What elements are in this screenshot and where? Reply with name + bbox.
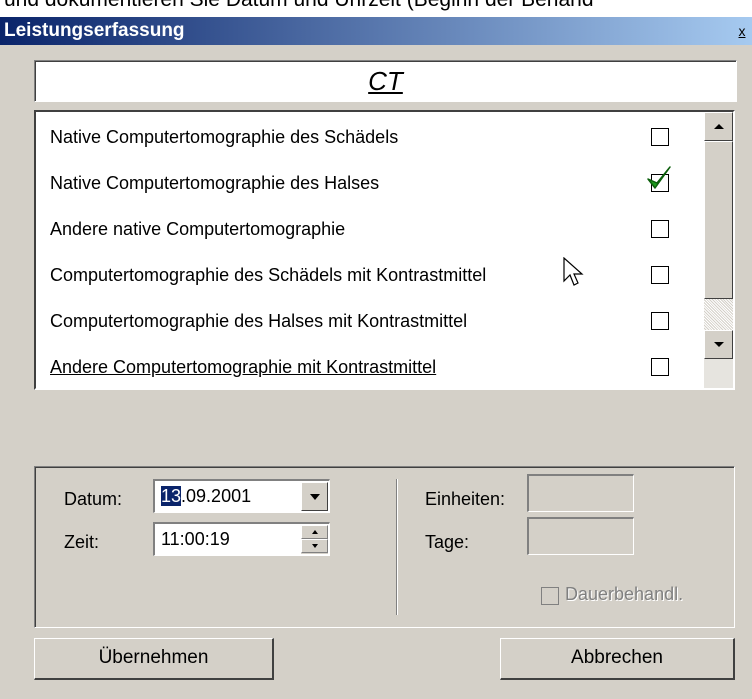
long-term-checkbox: [541, 587, 559, 605]
cancel-button[interactable]: Abbrechen: [500, 638, 735, 680]
long-term-label: Dauerbehandl.: [565, 584, 684, 604]
days-field: [527, 517, 634, 555]
procedure-list[interactable]: Native Computertomographie des Schädels …: [34, 110, 735, 390]
spin-up-icon: [312, 530, 318, 534]
list-item[interactable]: Andere Computertomographie mit Kontrastm…: [36, 342, 706, 388]
list-item[interactable]: Andere native Computertomographie: [36, 204, 706, 254]
scroll-down-button[interactable]: [704, 330, 733, 359]
green-checkmark-icon: [647, 166, 671, 189]
procedure-checkbox[interactable]: [651, 220, 669, 238]
leistungserfassung-dialog: Leistungserfassung x CT Native Computert…: [0, 17, 752, 699]
mouse-pointer-icon: [563, 257, 584, 286]
time-value: 11:00:19: [161, 529, 230, 549]
time-spin-buttons[interactable]: [301, 525, 328, 554]
procedure-checkbox[interactable]: [651, 266, 669, 284]
window-title: Leistungserfassung: [4, 20, 185, 41]
close-button[interactable]: x: [734, 22, 750, 40]
date-dropdown-button[interactable]: [301, 482, 328, 511]
arrow-up-icon: [714, 124, 724, 129]
list-item[interactable]: Native Computertomographie des Schädels: [36, 112, 706, 162]
units-field: [527, 474, 634, 512]
procedure-label: Native Computertomographie des Schädels: [50, 127, 399, 147]
scroll-thumb[interactable]: [704, 141, 733, 299]
procedure-label: Computertomographie des Halses mit Kontr…: [50, 311, 468, 331]
group-divider: [396, 479, 398, 615]
title-bar: Leistungserfassung x: [0, 17, 752, 45]
time-spin-down[interactable]: [301, 539, 328, 553]
background-instruction-text: und dokumentieren Sie Datum und Uhrzeit …: [0, 0, 752, 16]
procedure-checkbox[interactable]: [651, 312, 669, 330]
procedure-checkbox[interactable]: [651, 358, 669, 376]
arrow-down-icon: [714, 342, 724, 347]
scroll-up-button[interactable]: [704, 112, 733, 141]
days-label: Tage:: [425, 532, 470, 552]
category-label: CT: [368, 66, 403, 96]
procedure-label: Andere native Computertomographie: [50, 219, 346, 239]
date-combo[interactable]: 13.09.2001: [153, 479, 330, 513]
procedure-label: Native Computertomographie des Halses: [50, 173, 380, 193]
time-label: Zeit:: [64, 532, 100, 552]
date-value: 13.09.2001: [161, 486, 252, 506]
spin-down-icon: [312, 544, 318, 548]
list-item[interactable]: Native Computertomographie des Halses: [36, 158, 706, 208]
list-scrollbar[interactable]: [704, 112, 733, 388]
procedure-checkbox[interactable]: [651, 128, 669, 146]
units-label: Einheiten:: [425, 489, 506, 509]
time-spin-up[interactable]: [301, 525, 328, 539]
list-item[interactable]: Computertomographie des Schädels mit Kon…: [36, 250, 706, 300]
apply-button[interactable]: Übernehmen: [34, 638, 274, 680]
procedure-label: Computertomographie des Schädels mit Kon…: [50, 265, 487, 285]
date-label: Datum:: [64, 489, 123, 509]
list-item[interactable]: Computertomographie des Halses mit Kontr…: [36, 296, 706, 346]
category-header: CT: [34, 60, 737, 102]
chevron-down-icon: [310, 494, 320, 500]
procedure-label: Andere Computertomographie mit Kontrastm…: [50, 357, 437, 377]
scroll-track[interactable]: [704, 299, 733, 330]
time-spinner[interactable]: 11:00:19: [153, 522, 330, 556]
